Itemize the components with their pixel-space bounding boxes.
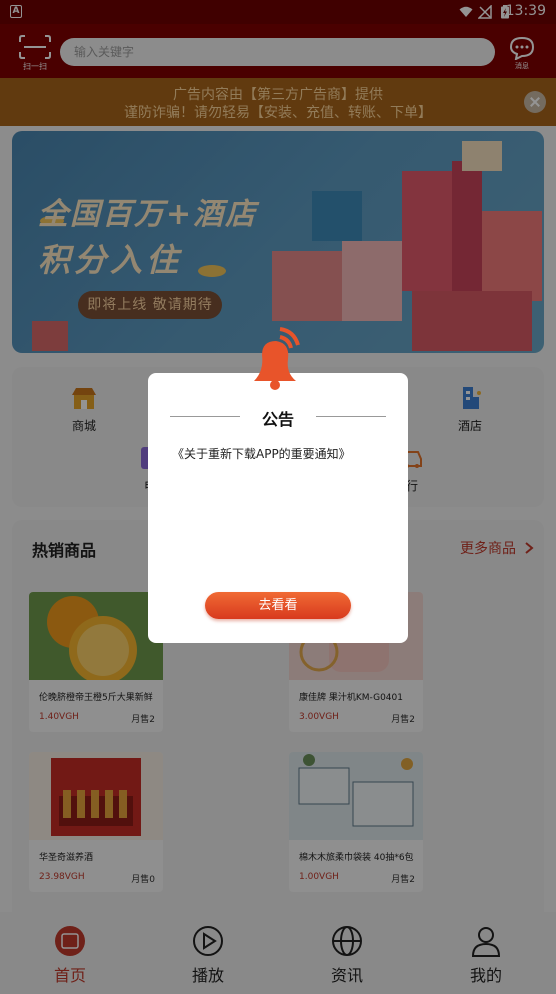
dialog-title: 公告 (261, 410, 294, 429)
announcement-dialog: 公告 《关于重新下载APP的重要通知》 去看看 (148, 327, 408, 643)
notice-link[interactable]: 《关于重新下载APP的重要通知》 (172, 445, 351, 462)
bell-icon (254, 327, 300, 390)
view-button[interactable]: 去看看 (205, 592, 351, 619)
